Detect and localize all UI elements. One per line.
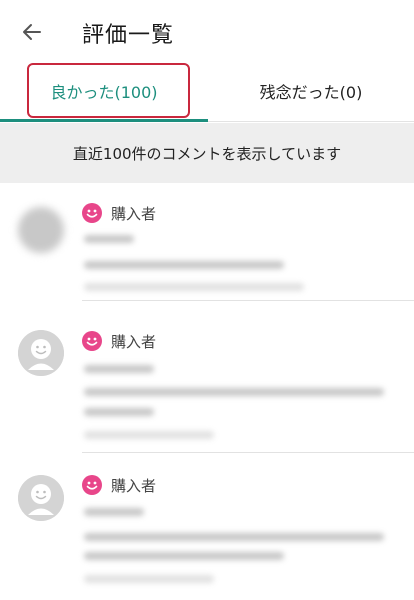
review-item: 購入者 <box>0 305 414 455</box>
highlight-annotation <box>27 63 190 118</box>
blurred-text <box>84 508 144 516</box>
smile-icon <box>82 475 102 495</box>
blurred-text <box>84 388 384 396</box>
divider <box>82 300 414 301</box>
blurred-date <box>84 283 304 291</box>
app-bar: 評価一覧 <box>0 0 414 62</box>
review-item: 購入者 <box>0 183 414 303</box>
notice-banner: 直近100件のコメントを表示しています <box>0 123 414 183</box>
blurred-text <box>84 235 134 243</box>
page-title: 評価一覧 <box>82 23 175 48</box>
avatar <box>18 475 64 521</box>
smile-icon <box>82 203 102 223</box>
avatar <box>18 207 64 253</box>
blurred-text <box>84 408 154 416</box>
tab-bar: 良かった(100) 残念だった(0) <box>0 62 414 122</box>
tab-bad[interactable]: 残念だった(0) <box>208 62 414 120</box>
blurred-text <box>84 261 284 269</box>
blurred-text <box>84 533 384 541</box>
reviewer-role: 購入者 <box>111 333 157 351</box>
divider <box>82 452 414 453</box>
blurred-text <box>84 552 284 560</box>
reviewer-role: 購入者 <box>111 205 157 223</box>
tab-indicator <box>0 119 208 122</box>
blurred-text <box>84 365 154 373</box>
review-item: 購入者 <box>0 455 414 600</box>
smile-icon <box>82 331 102 351</box>
avatar <box>18 330 64 376</box>
reviewer-role: 購入者 <box>111 477 157 495</box>
blurred-date <box>84 575 214 583</box>
blurred-date <box>84 431 214 439</box>
back-arrow-icon[interactable] <box>20 20 44 44</box>
